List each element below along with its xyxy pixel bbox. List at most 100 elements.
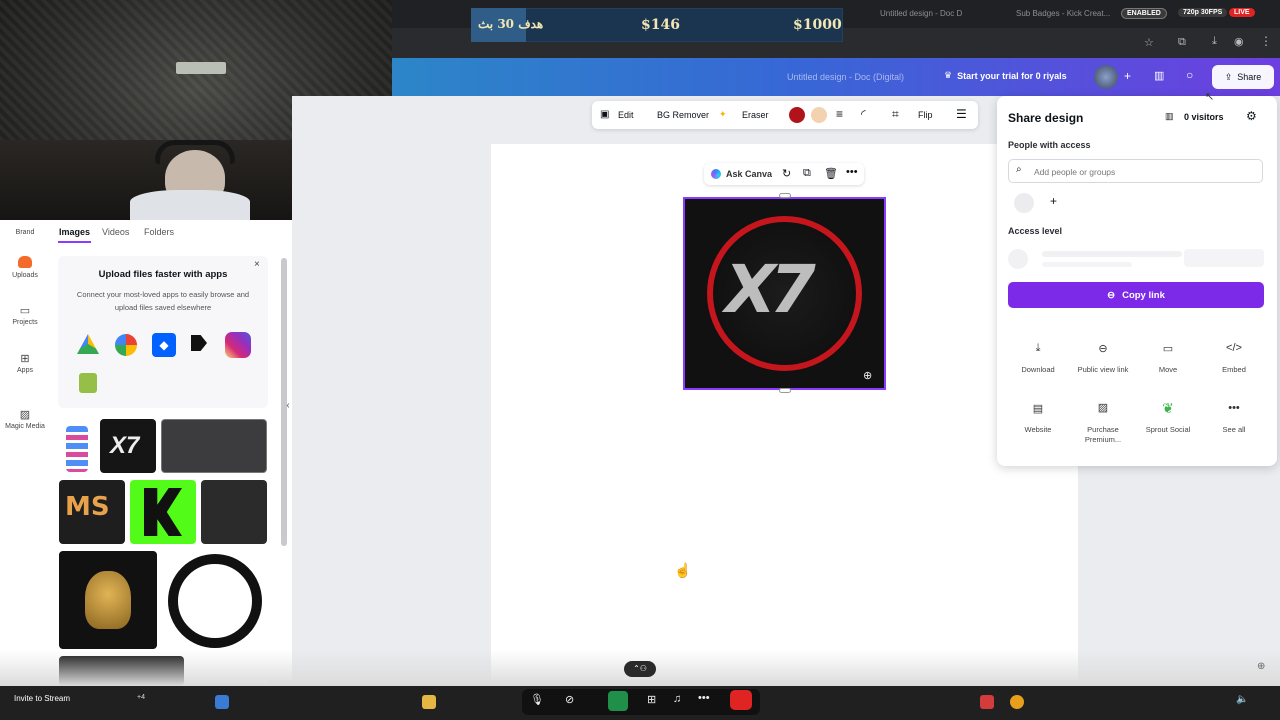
upload-thumbnail[interactable]: [59, 551, 157, 649]
download-action[interactable]: ⤓ Download: [1008, 337, 1068, 375]
insights-icon[interactable]: ▥: [1154, 69, 1164, 82]
upload-thumbnail[interactable]: X7: [100, 419, 156, 473]
color-swatch-peach[interactable]: [811, 107, 827, 123]
file-explorer-icon[interactable]: [422, 695, 436, 709]
upload-card-title: Upload files faster with apps: [98, 269, 228, 280]
google-photos-icon[interactable]: [115, 334, 137, 356]
kick-icon[interactable]: [191, 335, 207, 351]
share-button[interactable]: ⇪ Share: [1212, 65, 1274, 89]
air-conditioner: [176, 62, 226, 74]
flip-button[interactable]: Flip: [918, 110, 933, 120]
settings-gear-icon[interactable]: ⚙: [1246, 109, 1257, 123]
screen-share-icon[interactable]: [608, 691, 628, 711]
invite-to-stream-label[interactable]: Invite to Stream: [14, 694, 70, 703]
upload-thumbnail[interactable]: MS: [59, 480, 125, 544]
purchase-premium-action[interactable]: ▨ Purchase Premium...: [1073, 397, 1133, 445]
avatar[interactable]: [1094, 65, 1118, 89]
download-icon[interactable]: ⤓: [1212, 35, 1217, 48]
dropbox-icon[interactable]: ◆: [152, 333, 176, 357]
add-collaborator-icon[interactable]: +: [1124, 69, 1131, 83]
rail-item-apps[interactable]: ⊞ Apps: [0, 352, 50, 374]
position-icon[interactable]: ☰: [956, 107, 967, 121]
add-person-icon[interactable]: +: [1050, 194, 1057, 208]
border-style-icon[interactable]: ≡: [836, 107, 843, 121]
upload-thumbnail[interactable]: [201, 480, 267, 544]
rail-item-projects[interactable]: ▭ Projects: [0, 304, 50, 326]
refresh-icon[interactable]: ↻: [782, 167, 791, 180]
access-level-skeleton: [1042, 251, 1182, 257]
zoom-icon[interactable]: ⊕: [863, 369, 872, 382]
resize-handle[interactable]: [779, 193, 791, 198]
soundboard-icon[interactable]: ♫: [673, 693, 681, 705]
camera-off-icon[interactable]: ⊘: [565, 693, 574, 706]
rail-label: Uploads: [12, 272, 38, 279]
public-view-link-action[interactable]: ⊖ Public view link: [1073, 337, 1133, 375]
instagram-icon[interactable]: [225, 332, 251, 358]
tab-untitled-design[interactable]: Untitled design - Doc D: [880, 9, 962, 18]
windows-start-icon[interactable]: [215, 695, 229, 709]
quality-badge: 720p 30FPS: [1178, 8, 1228, 17]
activities-icon[interactable]: ⊞: [647, 693, 656, 706]
copy-link-button[interactable]: ⊖ Copy link: [1008, 282, 1264, 308]
rail-item-uploads[interactable]: Uploads: [0, 256, 50, 279]
doc-title[interactable]: Untitled design - Doc (Digital): [787, 72, 904, 82]
upload-thumbnail[interactable]: [166, 554, 264, 650]
microphone-icon[interactable]: 🎙: [530, 693, 544, 706]
visitors-count[interactable]: 0 visitors: [1184, 112, 1224, 122]
color-swatch-red[interactable]: [789, 107, 805, 123]
rail-item-brand[interactable]: Brand: [0, 229, 50, 236]
resize-handle[interactable]: [779, 388, 791, 393]
action-label: See all: [1222, 425, 1246, 434]
ask-canva-button[interactable]: Ask Canva: [726, 169, 772, 179]
see-all-action[interactable]: ••• See all: [1204, 397, 1264, 434]
upload-thumbnail[interactable]: [161, 419, 267, 473]
extensions-icon[interactable]: ⧉: [1178, 36, 1186, 49]
upload-thumbnail[interactable]: [130, 480, 196, 544]
tab-sub-badges[interactable]: Sub Badges - Kick Creat...: [1016, 9, 1110, 18]
upload-thumbnail[interactable]: [66, 426, 88, 472]
cursor-icon: ↖: [1205, 91, 1215, 103]
corner-rounding-icon[interactable]: ◜: [861, 107, 866, 121]
tab-images[interactable]: Images: [59, 227, 90, 237]
crown-icon: ♛: [944, 70, 953, 80]
stream-preview-toggle[interactable]: ⌃⚇: [624, 661, 656, 677]
viewer-count: +4: [137, 694, 145, 701]
selected-logo-image[interactable]: X7 ⊕: [683, 197, 886, 390]
trial-button[interactable]: ♛ Start your trial for 0 riyals: [944, 70, 1067, 81]
tab-videos[interactable]: Videos: [102, 227, 129, 237]
delete-icon[interactable]: 🗑: [824, 167, 838, 180]
rail-label: Apps: [17, 367, 33, 374]
shopify-icon[interactable]: [79, 373, 97, 393]
zoom-icon[interactable]: ⊕: [1257, 661, 1265, 672]
comment-icon[interactable]: ○: [1186, 68, 1193, 82]
more-icon[interactable]: •••: [846, 166, 858, 178]
embed-action[interactable]: </> Embed: [1204, 337, 1264, 374]
website-action[interactable]: ▤ Website: [1008, 397, 1068, 435]
donation-current: $146: [641, 17, 680, 33]
rail-item-magic-media[interactable]: ▨ Magic Media: [0, 408, 50, 430]
duplicate-icon[interactable]: ⧉: [803, 167, 811, 180]
apps-icon: ⊞: [20, 353, 30, 365]
people-access-label: People with access: [1008, 140, 1091, 150]
profile-icon[interactable]: ◉: [1234, 35, 1244, 48]
move-action[interactable]: ▭ Move: [1138, 337, 1198, 375]
action-label: Purchase Premium...: [1084, 425, 1122, 444]
taskbar-app-icon[interactable]: [1010, 695, 1024, 709]
headset: [155, 140, 235, 164]
sprout-social-action[interactable]: ❦ Sprout Social: [1138, 397, 1198, 435]
disconnect-button[interactable]: [730, 690, 752, 710]
streamer-shirt: [130, 190, 250, 220]
more-icon[interactable]: •••: [698, 692, 710, 704]
eraser-button[interactable]: Eraser: [742, 110, 769, 120]
taskbar-app-icon[interactable]: [980, 695, 994, 709]
google-drive-icon[interactable]: [77, 334, 99, 354]
tab-folders[interactable]: Folders: [144, 227, 174, 237]
menu-icon[interactable]: ⋮: [1260, 34, 1272, 48]
star-icon[interactable]: ☆: [1144, 36, 1154, 49]
volume-icon[interactable]: 🔈: [1236, 694, 1248, 705]
add-people-input[interactable]: ⌕ Add people or groups: [1008, 159, 1263, 183]
crop-icon[interactable]: ⌗: [892, 107, 899, 122]
edit-button[interactable]: Edit: [618, 110, 634, 120]
folder-icon: ▭: [19, 305, 31, 317]
bg-remover-button[interactable]: BG Remover: [657, 110, 709, 120]
